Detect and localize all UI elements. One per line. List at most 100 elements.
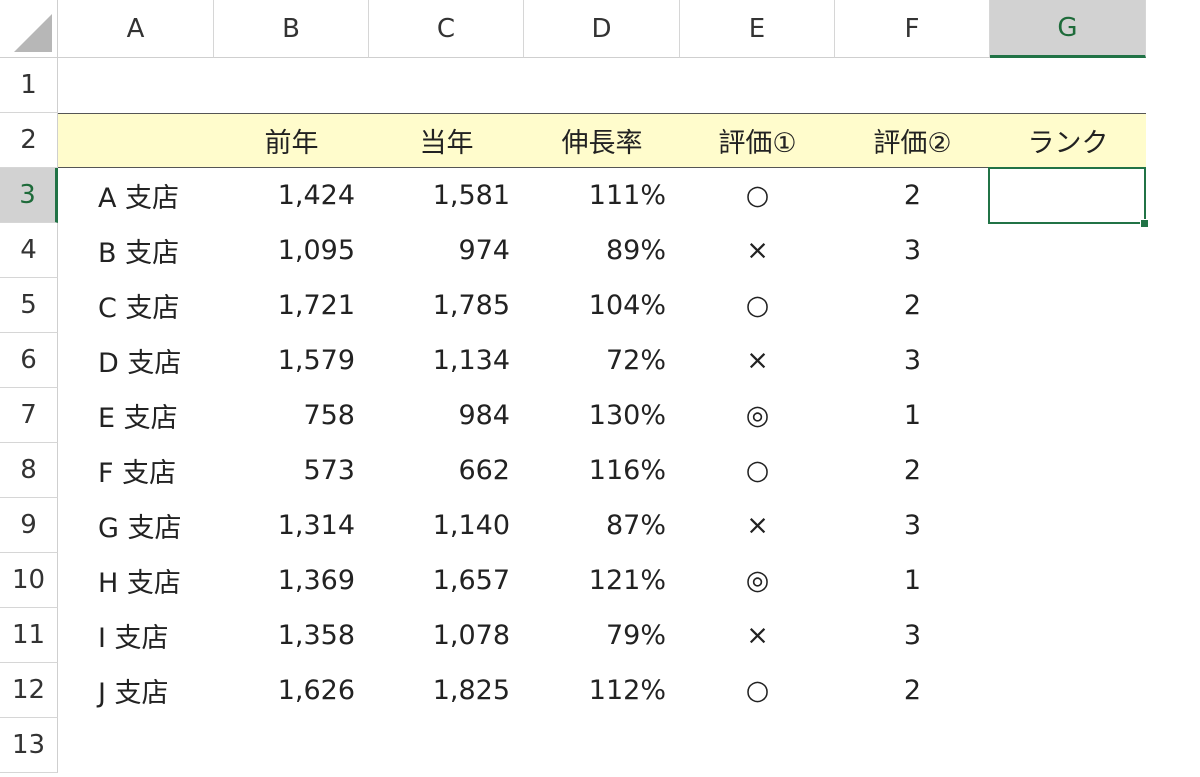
table-cell-e12[interactable]: ○ [680, 663, 835, 718]
table-cell-b4[interactable]: 1,095 [214, 223, 369, 278]
row-header-6[interactable]: 6 [0, 333, 58, 388]
column-header-e[interactable]: E [680, 0, 835, 58]
table-cell-d5[interactable]: 104% [524, 278, 680, 333]
table-cell-d10[interactable]: 121% [524, 553, 680, 608]
table-cell-g10[interactable] [990, 553, 1146, 608]
row-header-2[interactable]: 2 [0, 113, 58, 168]
table-cell-a11[interactable]: I 支店 [58, 608, 214, 663]
table-cell-c5[interactable]: 1,785 [369, 278, 524, 333]
table-header-cell-b[interactable]: 前年 [214, 113, 369, 168]
table-cell-f9[interactable]: 3 [835, 498, 990, 553]
table-cell-a3[interactable]: A 支店 [58, 168, 214, 223]
row-header-12[interactable]: 12 [0, 663, 58, 718]
active-cell-selection[interactable] [988, 167, 1146, 224]
table-cell-e5[interactable]: ○ [680, 278, 835, 333]
table-cell-f12[interactable]: 2 [835, 663, 990, 718]
table-cell-c7[interactable]: 984 [369, 388, 524, 443]
table-cell-f10[interactable]: 1 [835, 553, 990, 608]
table-cell-d3[interactable]: 111% [524, 168, 680, 223]
table-header-cell-e[interactable]: 評価① [680, 113, 835, 168]
column-header-f[interactable]: F [835, 0, 990, 58]
table-cell-d6[interactable]: 72% [524, 333, 680, 388]
row-header-7[interactable]: 7 [0, 388, 58, 443]
row-header-3[interactable]: 3 [0, 168, 58, 223]
select-all-corner[interactable] [0, 0, 58, 58]
table-cell-a12[interactable]: J 支店 [58, 663, 214, 718]
table-cell-b12[interactable]: 1,626 [214, 663, 369, 718]
table-cell-b10[interactable]: 1,369 [214, 553, 369, 608]
table-cell-e8[interactable]: ○ [680, 443, 835, 498]
fill-handle[interactable] [1140, 219, 1149, 228]
table-cell-b11[interactable]: 1,358 [214, 608, 369, 663]
table-cell-d7[interactable]: 130% [524, 388, 680, 443]
table-cell-e7[interactable]: ◎ [680, 388, 835, 443]
table-cell-c10[interactable]: 1,657 [369, 553, 524, 608]
table-cell-a9[interactable]: G 支店 [58, 498, 214, 553]
table-cell-d12[interactable]: 112% [524, 663, 680, 718]
table-cell-e9[interactable]: × [680, 498, 835, 553]
row-header-11[interactable]: 11 [0, 608, 58, 663]
table-cell-a8[interactable]: F 支店 [58, 443, 214, 498]
table-cell-g9[interactable] [990, 498, 1146, 553]
table-cell-a10[interactable]: H 支店 [58, 553, 214, 608]
table-cell-g12[interactable] [990, 663, 1146, 718]
table-cell-c12[interactable]: 1,825 [369, 663, 524, 718]
table-cell-d8[interactable]: 116% [524, 443, 680, 498]
table-cell-e6[interactable]: × [680, 333, 835, 388]
table-cell-a6[interactable]: D 支店 [58, 333, 214, 388]
row-header-1[interactable]: 1 [0, 58, 58, 113]
table-cell-f11[interactable]: 3 [835, 608, 990, 663]
table-cell-d9[interactable]: 87% [524, 498, 680, 553]
table-cell-g11[interactable] [990, 608, 1146, 663]
table-cell-f8[interactable]: 2 [835, 443, 990, 498]
table-cell-d4[interactable]: 89% [524, 223, 680, 278]
row-header-4[interactable]: 4 [0, 223, 58, 278]
table-cell-c8[interactable]: 662 [369, 443, 524, 498]
table-cell-d11[interactable]: 79% [524, 608, 680, 663]
table-cell-e3[interactable]: ○ [680, 168, 835, 223]
table-header-cell-c[interactable]: 当年 [369, 113, 524, 168]
table-cell-a5[interactable]: C 支店 [58, 278, 214, 333]
table-cell-c3[interactable]: 1,581 [369, 168, 524, 223]
table-header-cell-a[interactable] [58, 113, 214, 168]
table-cell-c4[interactable]: 974 [369, 223, 524, 278]
row-header-5[interactable]: 5 [0, 278, 58, 333]
spreadsheet[interactable]: ABCDEFG 1 2 3 4 5 6 7 8 9 10 11 12 13 前年 当年 伸長率 評価① 評価② ラ… [0, 0, 1200, 777]
table-cell-c9[interactable]: 1,140 [369, 498, 524, 553]
table-cell-b9[interactable]: 1,314 [214, 498, 369, 553]
table-cell-c6[interactable]: 1,134 [369, 333, 524, 388]
table-cell-g5[interactable] [990, 278, 1146, 333]
table-cell-f5[interactable]: 2 [835, 278, 990, 333]
table-cell-b6[interactable]: 1,579 [214, 333, 369, 388]
table-cell-b5[interactable]: 1,721 [214, 278, 369, 333]
table-cell-c11[interactable]: 1,078 [369, 608, 524, 663]
table-cell-g4[interactable] [990, 223, 1146, 278]
table-cell-b3[interactable]: 1,424 [214, 168, 369, 223]
table-cell-f6[interactable]: 3 [835, 333, 990, 388]
table-cell-g8[interactable] [990, 443, 1146, 498]
table-header-cell-g[interactable]: ランク [990, 113, 1146, 168]
table-header-cell-d[interactable]: 伸長率 [524, 113, 680, 168]
column-header-a[interactable]: A [58, 0, 214, 58]
table-cell-e11[interactable]: × [680, 608, 835, 663]
column-header-b[interactable]: B [214, 0, 369, 58]
table-cell-f3[interactable]: 2 [835, 168, 990, 223]
row-header-9[interactable]: 9 [0, 498, 58, 553]
table-cell-g7[interactable] [990, 388, 1146, 443]
row-header-8[interactable]: 8 [0, 443, 58, 498]
column-header-c[interactable]: C [369, 0, 524, 58]
table-cell-f7[interactable]: 1 [835, 388, 990, 443]
row-header-10[interactable]: 10 [0, 553, 58, 608]
column-header-g[interactable]: G [990, 0, 1146, 58]
row-header-13[interactable]: 13 [0, 718, 58, 773]
table-header-cell-f[interactable]: 評価② [835, 113, 990, 168]
table-cell-a4[interactable]: B 支店 [58, 223, 214, 278]
table-cell-e10[interactable]: ◎ [680, 553, 835, 608]
column-header-d[interactable]: D [524, 0, 680, 58]
table-cell-g6[interactable] [990, 333, 1146, 388]
table-cell-b8[interactable]: 573 [214, 443, 369, 498]
table-cell-f4[interactable]: 3 [835, 223, 990, 278]
table-cell-a7[interactable]: E 支店 [58, 388, 214, 443]
table-cell-b7[interactable]: 758 [214, 388, 369, 443]
table-cell-e4[interactable]: × [680, 223, 835, 278]
